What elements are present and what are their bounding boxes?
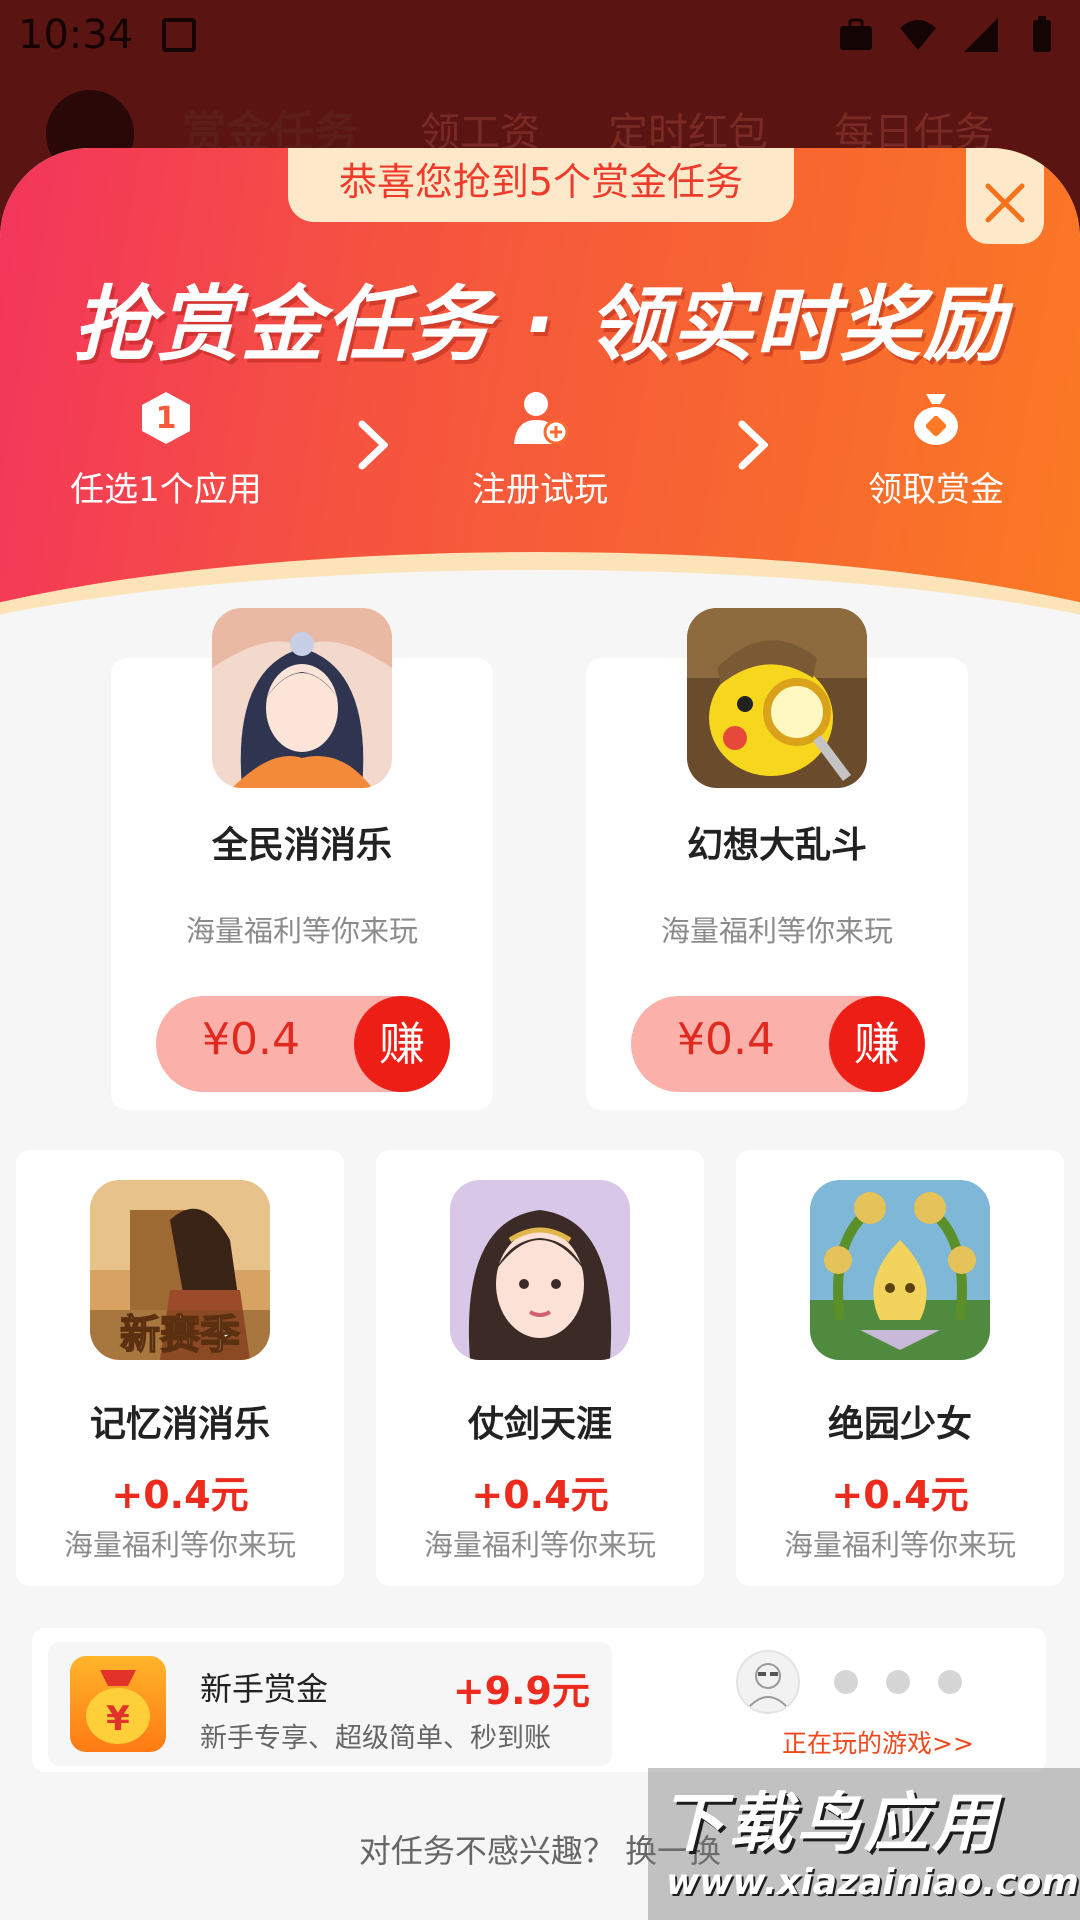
battery-icon [1033, 16, 1051, 52]
signal-icon [964, 18, 998, 52]
wifi-icon [900, 20, 936, 50]
task-card[interactable]: 新赛季 记忆消消乐 +0.4元 海量福利等你来玩 [16, 1150, 344, 1586]
game-icon-pikachu-detective [687, 608, 867, 788]
user-add-icon [514, 392, 569, 445]
playing-user-avatar [736, 1650, 800, 1714]
step-claim-bounty: 领取赏金 [806, 388, 1066, 511]
task-reward: +0.4元 [111, 1473, 249, 1517]
user-face-icon [749, 1663, 787, 1707]
close-icon [985, 183, 1025, 223]
step-badge: 1 [156, 401, 177, 436]
task-reward: +0.4元 [831, 1473, 969, 1517]
watermark-title: 下载鸟应用 [660, 1787, 1000, 1861]
status-time: 10:34 [18, 12, 134, 58]
task-name: 仗剑天涯 [467, 1404, 612, 1445]
task-card[interactable]: 绝园少女 +0.4元 海量福利等你来玩 [736, 1150, 1064, 1586]
watermark: 下载鸟应用 www.xiazainiao.com [648, 1768, 1080, 1920]
game-icon-plant [810, 1180, 990, 1360]
earn-action[interactable]: 赚 [829, 996, 925, 1092]
earn-button[interactable]: ¥0.4 赚 [631, 996, 925, 1092]
task-desc: 海量福利等你来玩 [63, 1528, 296, 1562]
step-label: 任选1个应用 [70, 470, 262, 510]
task-name: 幻想大乱斗 [686, 825, 867, 866]
step-register-play: 注册试玩 [410, 388, 670, 511]
chevron-right-icon [358, 420, 388, 470]
icon-badge-text: 新赛季 [120, 1311, 240, 1358]
task-desc: 海量福利等你来玩 [185, 914, 418, 948]
placeholder-dot [938, 1670, 962, 1694]
placeholder-dot [886, 1670, 910, 1694]
watermark-url: www.xiazainiao.com [666, 1862, 1079, 1903]
money-bag-icon [914, 394, 958, 445]
task-desc: 海量福利等你来玩 [783, 1528, 1016, 1562]
money-bag-icon: ¥ [70, 1656, 166, 1752]
step-choose-app: 1 任选1个应用 [36, 388, 296, 511]
novice-title: 新手赏金 [200, 1670, 329, 1708]
bottom-bar: ¥ 新手赏金 +9.9元 新手专享、超级简单、秒到账 正在玩的游戏>> [32, 1628, 1046, 1772]
novice-reward: +9.9元 [452, 1669, 590, 1713]
game-icon-heroine [212, 608, 392, 788]
task-card[interactable]: 仗剑天涯 +0.4元 海量福利等你来玩 [376, 1150, 704, 1586]
novice-bounty-card[interactable]: ¥ 新手赏金 +9.9元 新手专享、超级简单、秒到账 [48, 1642, 612, 1766]
earn-action[interactable]: 赚 [354, 996, 450, 1092]
slogan: 抢赏金任务 · 领实时奖励 [72, 278, 1008, 373]
svg-text:¥: ¥ [106, 1699, 130, 1739]
task-name: 全民消消乐 [211, 825, 392, 866]
image-notification-icon [162, 18, 196, 52]
earn-amount: ¥0.4 [677, 1014, 775, 1065]
congrats-banner: 恭喜您抢到5个赏金任务 [288, 148, 794, 222]
status-bar: 10:34 [0, 0, 1080, 76]
novice-desc: 新手专享、超级简单、秒到账 [200, 1723, 551, 1754]
earn-button[interactable]: ¥0.4 赚 [156, 996, 450, 1092]
game-icon-fairy [450, 1180, 630, 1360]
close-button[interactable] [966, 148, 1044, 244]
step-label: 领取赏金 [868, 470, 1004, 510]
chevron-right-icon [738, 420, 768, 470]
earn-amount: ¥0.4 [202, 1014, 300, 1065]
step-label: 注册试玩 [472, 470, 608, 510]
task-reward: +0.4元 [471, 1473, 609, 1517]
task-desc: 海量福利等你来玩 [423, 1528, 656, 1562]
task-card[interactable]: 全民消消乐 海量福利等你来玩 ¥0.4 赚 [111, 608, 493, 1110]
task-card[interactable]: 幻想大乱斗 海量福利等你来玩 ¥0.4 赚 [586, 608, 968, 1110]
placeholder-dot [834, 1670, 858, 1694]
game-icon-warrior: 新赛季 [90, 1180, 270, 1360]
task-name: 绝园少女 [827, 1404, 972, 1445]
number-one-hex-icon: 1 [142, 392, 190, 444]
briefcase-icon [840, 18, 872, 50]
bounty-task-modal: 恭喜您抢到5个赏金任务 抢赏金任务 · 领实时奖励 1 任选1个应用 注册试玩 [0, 148, 1080, 1920]
task-name: 记忆消消乐 [89, 1404, 270, 1445]
task-desc: 海量福利等你来玩 [660, 914, 893, 948]
playing-games-link[interactable]: 正在玩的游戏>> [782, 1724, 974, 1760]
modal-header: 恭喜您抢到5个赏金任务 抢赏金任务 · 领实时奖励 1 任选1个应用 注册试玩 [0, 148, 1080, 870]
